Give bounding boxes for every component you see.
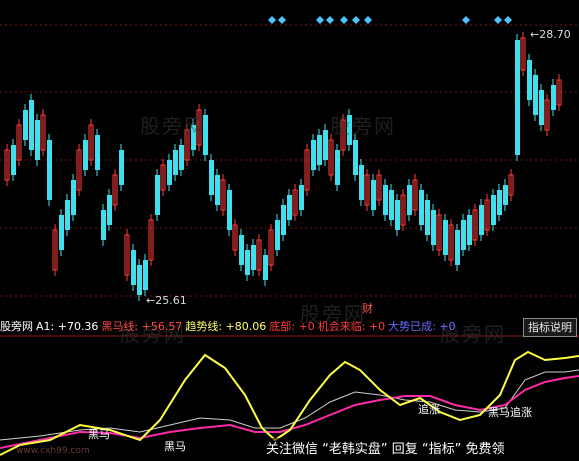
- signal-diamond: [352, 16, 360, 24]
- candle-body: [287, 195, 292, 220]
- site-url: www.cxh99.com: [16, 446, 90, 456]
- candle-body: [443, 220, 448, 255]
- candle-body: [419, 190, 424, 225]
- candle-body: [479, 205, 484, 235]
- candle-body: [191, 125, 196, 150]
- indicator-name: 股旁网: [0, 320, 33, 333]
- candle-body: [395, 200, 400, 230]
- black-horse-label: 黑马: [88, 428, 110, 441]
- candle-body: [71, 180, 76, 215]
- signal-diamond: [504, 16, 512, 24]
- bottom-value: 底部: +0: [269, 320, 315, 333]
- candle-body: [131, 250, 136, 285]
- candle-body: [539, 90, 544, 125]
- candle-body: [389, 190, 394, 220]
- candle-body: [107, 195, 112, 225]
- candle-body: [23, 110, 28, 140]
- candle-body: [203, 115, 208, 155]
- candle-body: [263, 255, 268, 280]
- signal-diamond: [326, 16, 334, 24]
- candle-body: [101, 210, 106, 240]
- signal-diamond: [268, 16, 276, 24]
- candle-body: [119, 150, 124, 185]
- black-horse-chase-label: 黑马追涨: [488, 406, 532, 419]
- a1-value: A1: +70.36: [36, 320, 99, 333]
- candle-body: [503, 185, 508, 205]
- candle-body: [335, 150, 340, 185]
- candle-body: [59, 215, 64, 250]
- candle-body: [275, 220, 280, 250]
- opportunity-value: 机会来临: +0: [317, 320, 386, 333]
- chase-label: 追涨: [418, 403, 440, 416]
- black-horse-label: 黑马: [164, 440, 186, 453]
- candle-body: [299, 185, 304, 210]
- candle-body: [425, 200, 430, 235]
- candle-body: [431, 210, 436, 245]
- candle-body: [467, 215, 472, 245]
- indicator-help-button[interactable]: 指标说明: [523, 318, 577, 337]
- bottom-marker: 财: [362, 302, 373, 315]
- candle-body: [323, 130, 328, 160]
- candle-body: [359, 165, 364, 200]
- footer-promo: 关注微信 “老韩实盘” 回复 “指标” 免费领: [262, 438, 579, 461]
- stock-chart: [0, 16, 579, 456]
- candle-body: [29, 100, 34, 150]
- candle-body: [455, 230, 460, 265]
- signal-diamond: [340, 16, 348, 24]
- signal-diamond: [462, 16, 470, 24]
- signal-diamond: [364, 16, 372, 24]
- candle-body: [209, 160, 214, 195]
- candlesticks: [4, 32, 562, 301]
- candle-body: [311, 140, 316, 170]
- candle-body: [245, 250, 250, 275]
- candle-body: [533, 75, 538, 115]
- candle-body: [407, 185, 412, 215]
- candle-body: [83, 140, 88, 170]
- candle-body: [215, 175, 220, 205]
- candle-body: [353, 140, 358, 175]
- signal-diamond: [316, 16, 324, 24]
- trend-value: 趋势线: +80.06: [185, 320, 267, 333]
- candle-body: [317, 135, 322, 165]
- candle-body: [155, 175, 160, 215]
- candle-body: [11, 145, 16, 175]
- candle-body: [137, 265, 142, 295]
- candle-body: [239, 235, 244, 265]
- candle-body: [173, 150, 178, 175]
- big-trend-value: 大势已成: +0: [388, 320, 456, 333]
- candle-body: [227, 190, 232, 230]
- candle-body: [497, 190, 502, 215]
- candle-body: [551, 85, 556, 110]
- candle-body: [65, 200, 70, 230]
- candle-body: [47, 140, 52, 200]
- black-horse-value: 黑马线: +56.57: [101, 320, 183, 333]
- candle-body: [371, 180, 376, 210]
- candle-body: [179, 145, 184, 170]
- indicator-info-bar: 股旁网 A1: +70.36 黑马线: +56.57 趋势线: +80.06 底部: +…: [0, 318, 579, 336]
- candle-body: [383, 185, 388, 215]
- candle-body: [143, 260, 148, 290]
- candle-body: [527, 60, 532, 100]
- signal-diamond: [278, 16, 286, 24]
- candle-body: [515, 40, 520, 155]
- signal-diamonds: [268, 16, 512, 24]
- candle-body: [251, 245, 256, 270]
- signal-diamond: [494, 16, 502, 24]
- candle-body: [491, 195, 496, 225]
- candle-body: [461, 220, 466, 250]
- candle-body: [281, 205, 286, 235]
- high-price-label: ←28.70: [530, 28, 571, 41]
- candle-body: [347, 115, 352, 145]
- low-price-label: ←25.61: [146, 294, 187, 307]
- candle-body: [167, 160, 172, 185]
- candle-body: [35, 120, 40, 160]
- candle-body: [95, 135, 100, 170]
